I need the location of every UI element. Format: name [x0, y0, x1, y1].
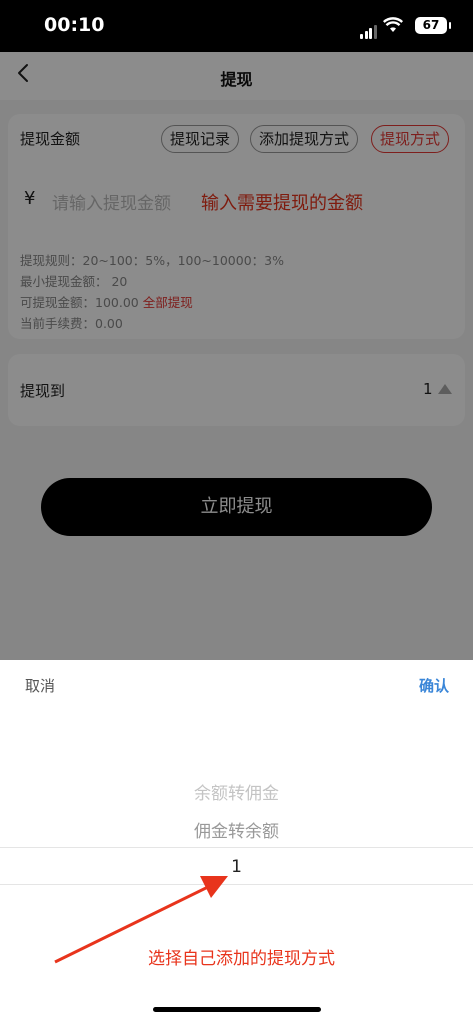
home-indicator: [153, 1007, 321, 1012]
annotation-arrow-icon: [54, 876, 228, 964]
picker-annotation: 选择自己添加的提现方式: [148, 949, 335, 969]
